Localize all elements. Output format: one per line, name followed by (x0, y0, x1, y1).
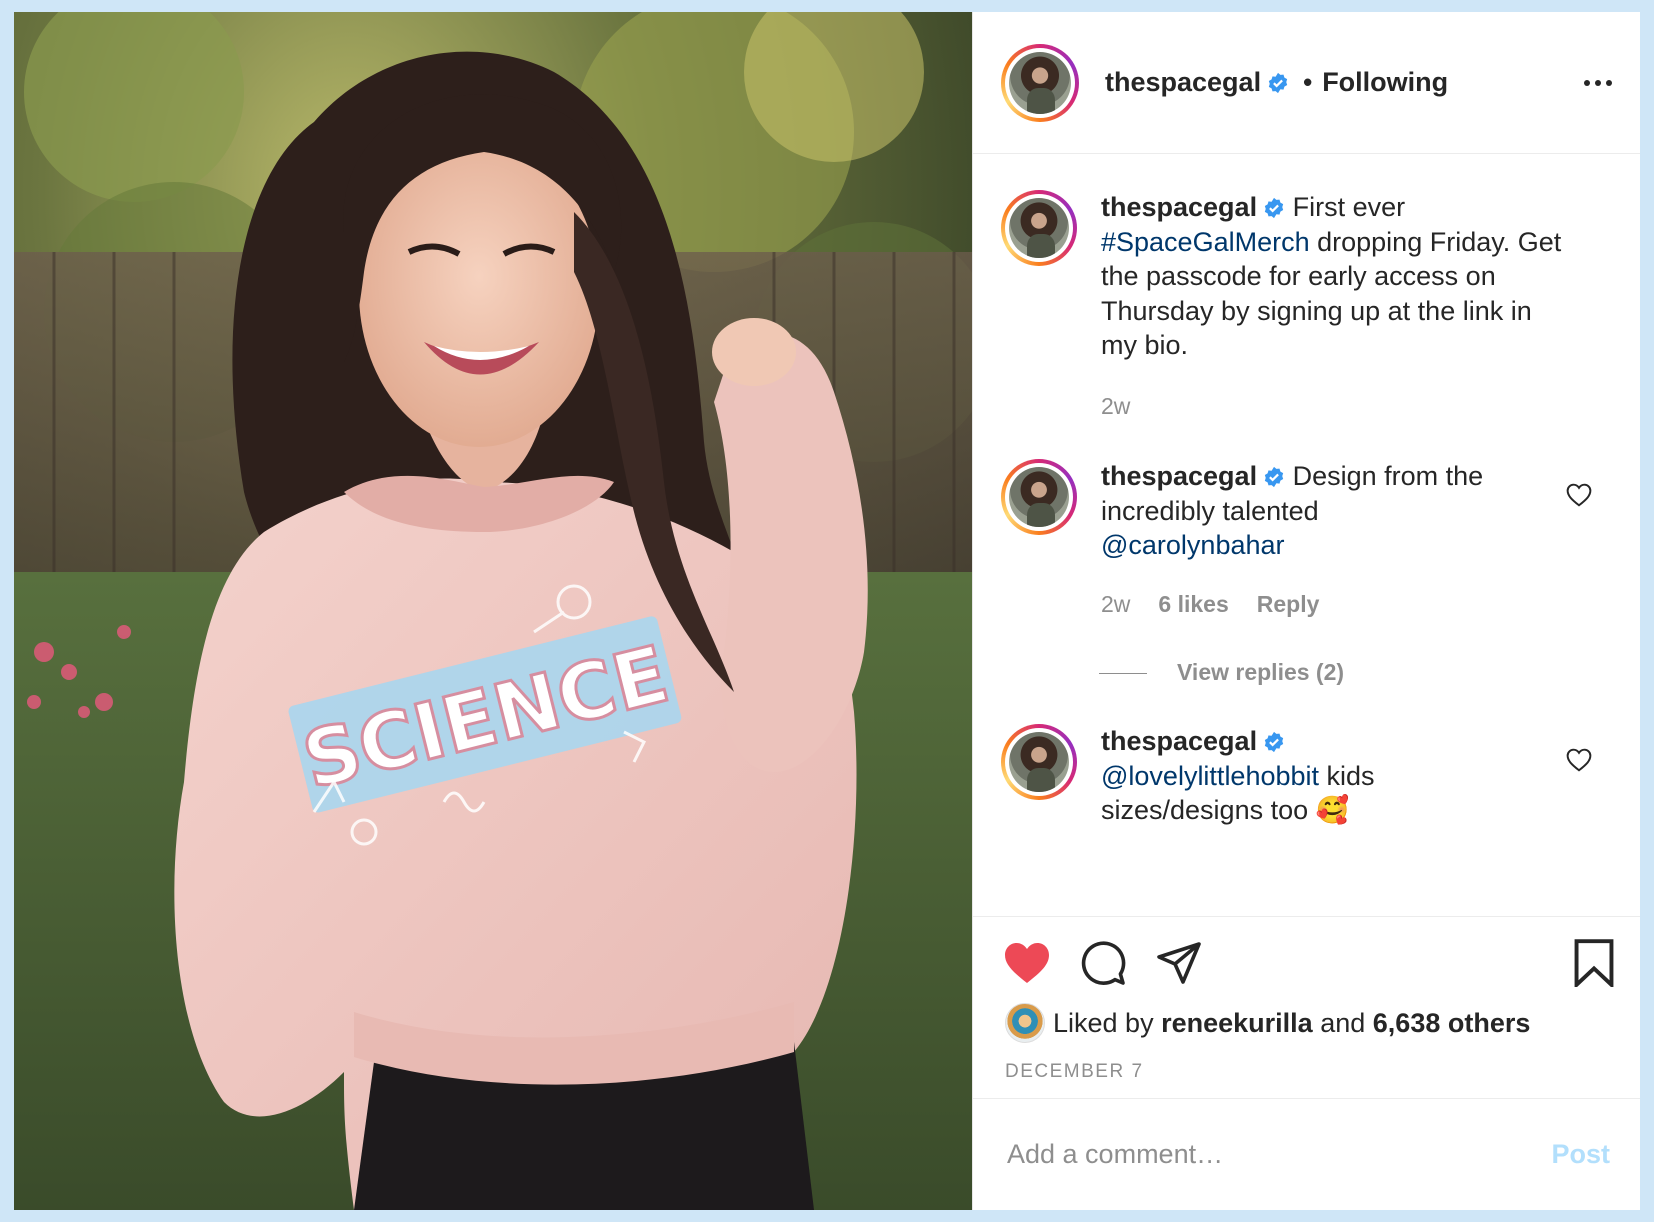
bookmark-icon[interactable] (1572, 939, 1616, 987)
hashtag-link[interactable]: #SpaceGalMerch (1101, 227, 1310, 257)
post-comment-button[interactable]: Post (1551, 1139, 1610, 1170)
comment-username[interactable]: thespacegal (1101, 726, 1257, 756)
verified-badge-icon (1264, 466, 1284, 488)
comment-timestamp[interactable]: 2w (1101, 587, 1130, 622)
comment-item: thespacegal Design from the incredibly t… (1001, 459, 1600, 621)
verified-badge-icon (1268, 72, 1288, 93)
liker-username[interactable]: reneekurilla (1161, 1008, 1313, 1039)
caption-comment: thespacegal First ever #SpaceGalMerch dr… (1001, 190, 1600, 423)
post-details-panel: thespacegal • Following thespacegal Firs… (972, 12, 1640, 1210)
post-date[interactable]: DECEMBER 7 (1005, 1061, 1144, 1083)
comment-icon[interactable] (1079, 939, 1127, 987)
author-username[interactable]: thespacegal (1105, 67, 1261, 98)
liked-and-label: and (1320, 1007, 1366, 1038)
comment-like-icon[interactable] (1566, 483, 1592, 507)
comment-input[interactable] (1005, 1138, 1552, 1171)
mention-link[interactable]: @carolynbahar (1101, 528, 1541, 563)
comment-like-icon[interactable] (1566, 748, 1592, 772)
share-icon[interactable] (1155, 940, 1203, 986)
comment-composer: Post (973, 1098, 1640, 1210)
heart-icon[interactable] (1003, 941, 1051, 985)
liker-avatar[interactable] (1005, 1003, 1045, 1043)
more-options-icon[interactable] (1584, 70, 1612, 96)
post-photo[interactable]: SCIENCE (14, 12, 972, 1210)
comment-text: First ever (1292, 192, 1406, 222)
verified-badge-icon (1264, 197, 1284, 219)
liked-by-label: Liked by (1053, 1007, 1154, 1038)
photo-illustration: SCIENCE (14, 12, 972, 1210)
comment-timestamp[interactable]: 2w (1101, 389, 1130, 424)
header-separator: • (1303, 67, 1313, 97)
author-avatar[interactable] (1001, 43, 1079, 122)
view-replies-button[interactable]: View replies (2) (1099, 659, 1344, 686)
post-modal: SCIENCE thespacegal • Following thespace… (14, 12, 1640, 1210)
comment-avatar[interactable] (1001, 724, 1077, 800)
comment-avatar[interactable] (1001, 459, 1077, 535)
comment-item: thespacegal @lovelylittlehobbit kids siz… (1001, 724, 1600, 828)
liked-others[interactable]: 6,638 others (1373, 1008, 1531, 1039)
comment-username[interactable]: thespacegal (1101, 461, 1257, 491)
comments-list[interactable]: thespacegal First ever #SpaceGalMerch dr… (973, 154, 1640, 916)
post-actions: Liked by reneekurilla and 6,638 others D… (973, 916, 1640, 1098)
likes-summary: Liked by reneekurilla and 6,638 others (1005, 1003, 1530, 1043)
following-button[interactable]: Following (1322, 67, 1448, 98)
verified-badge-icon (1264, 731, 1284, 753)
post-header: thespacegal • Following (973, 12, 1640, 154)
comment-avatar[interactable] (1001, 190, 1077, 266)
reply-button[interactable]: Reply (1257, 587, 1320, 622)
comment-likes[interactable]: 6 likes (1158, 587, 1228, 622)
mention-link[interactable]: @lovelylittlehobbit (1101, 761, 1319, 791)
comment-username[interactable]: thespacegal (1101, 192, 1257, 222)
